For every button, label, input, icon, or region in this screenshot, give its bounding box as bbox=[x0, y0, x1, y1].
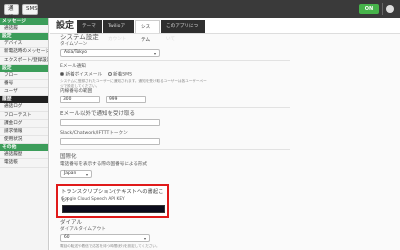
google-api-key-input[interactable] bbox=[62, 205, 165, 213]
sidebar: メッセージ 通話履 設定 デバイス 新電話時のメッセージ エクスポート/登録設定… bbox=[0, 18, 49, 250]
sidebar-item-export[interactable]: エクスポート/登録設定 bbox=[0, 57, 48, 65]
extension-range-label: 内線番号の範囲 bbox=[60, 89, 93, 94]
sidebar-item-flow[interactable]: フロー bbox=[0, 72, 48, 80]
sidebar-item-call-history[interactable]: 通話履 bbox=[0, 25, 48, 34]
sidebar-item-numbers[interactable]: 番号 bbox=[0, 80, 48, 89]
dial-heading: ダイアル bbox=[60, 220, 82, 226]
tab-system-settings[interactable]: システム設定 bbox=[135, 20, 160, 56]
chevron-down-icon: ▾ bbox=[143, 236, 146, 241]
top-bar: 通話 SMS ON bbox=[0, 0, 400, 21]
divider bbox=[60, 60, 290, 61]
chevron-down-icon: ▾ bbox=[153, 51, 156, 56]
tab-about[interactable]: このアプリについて bbox=[161, 20, 205, 42]
intl-heading: 国際化 bbox=[60, 154, 77, 160]
dial-timeout-select[interactable]: 60 ▾ bbox=[60, 234, 150, 242]
forward-input[interactable] bbox=[60, 119, 160, 126]
sidebar-item-call-log[interactable]: 通話ログ bbox=[0, 103, 48, 112]
sidebar-item-users[interactable]: ユーザ bbox=[0, 88, 48, 97]
status-badge[interactable]: ON bbox=[359, 4, 379, 14]
slack-token-input[interactable] bbox=[60, 138, 160, 145]
country-select[interactable]: Japan ▾ bbox=[60, 170, 92, 178]
sidebar-item-devices[interactable]: デバイス bbox=[0, 40, 48, 49]
radio-sms[interactable] bbox=[107, 72, 112, 76]
sidebar-item-phonebook[interactable]: 電話帳 bbox=[0, 159, 48, 168]
sms-button[interactable]: SMS bbox=[22, 4, 38, 15]
chevron-down-icon: ▾ bbox=[85, 172, 88, 177]
tab-twilio-account[interactable]: Twilioアカウント bbox=[103, 20, 134, 42]
call-button[interactable]: 通話 bbox=[4, 4, 19, 21]
email-notify-label: Eメール通知 bbox=[60, 64, 86, 69]
header: 設定 テーマTwilioアカウントシステム設定このアプリについて bbox=[50, 18, 400, 56]
sidebar-group-messages: メッセージ bbox=[0, 18, 48, 25]
timezone-select[interactable]: Asia/Tokyo ▾ bbox=[60, 49, 160, 57]
user-icon[interactable] bbox=[386, 5, 394, 13]
range-to-input[interactable]: 999 bbox=[106, 96, 146, 103]
timezone-value: Asia/Tokyo bbox=[64, 50, 87, 55]
page-title: 設定 bbox=[56, 21, 75, 31]
range-from-input[interactable]: 300 bbox=[60, 96, 100, 103]
sidebar-group-other: その他 bbox=[0, 144, 48, 152]
sidebar-item-usage[interactable]: 使用状況 bbox=[0, 136, 48, 145]
dial-timeout-label: ダイアルタイムアウト bbox=[60, 227, 106, 232]
sidebar-item-flow-test[interactable]: フローテスト bbox=[0, 112, 48, 120]
radio-voicemail-label: 新着ボイスメール bbox=[65, 72, 103, 78]
tab-theme[interactable]: テーマ bbox=[77, 20, 102, 33]
system-settings-heading: システム設定 bbox=[60, 33, 99, 41]
email-radio-group: 新着ボイスメール 新着SMS bbox=[60, 72, 132, 79]
tab-bar: テーマTwilioアカウントシステム設定このアプリについて bbox=[77, 20, 206, 56]
radio-voicemail[interactable] bbox=[60, 72, 64, 76]
divider bbox=[60, 149, 290, 150]
sidebar-item-call-history-2[interactable]: 通話履歴 bbox=[0, 151, 48, 160]
slack-token-label: Slack/Chatwork/IFTTTトークン bbox=[60, 131, 128, 136]
sidebar-group-settings: 設定 bbox=[0, 33, 48, 41]
radio-sms-label: 新着SMS bbox=[113, 72, 133, 78]
google-api-key-label: Google Cloud Speech API KEY bbox=[61, 197, 125, 202]
dial-timeout-value: 60 bbox=[64, 235, 70, 240]
sidebar-item-billing-log[interactable]: 課金ログ bbox=[0, 120, 48, 128]
sidebar-item-new-call-message[interactable]: 新電話時のメッセージ bbox=[0, 48, 48, 57]
sidebar-item-invoice[interactable]: 請求情報 bbox=[0, 128, 48, 137]
intl-sub: 電話番号を表示する際の国番号による形式 bbox=[60, 162, 148, 167]
divider bbox=[382, 3, 383, 15]
sidebar-group-history: 履歴 bbox=[0, 96, 48, 104]
top-right-controls: ON bbox=[359, 3, 394, 15]
email-hint: システムに登録されたユーザーに通知されます。通知を受け取るユーザーは各ユーザーペ… bbox=[60, 79, 207, 88]
dial-hint: 電話の転送や着信で応答を待つ時間(秒)を設定してください。 bbox=[60, 244, 160, 248]
timezone-label: タイムゾーン bbox=[60, 42, 88, 47]
sidebar-group-settings-2: 設定 bbox=[0, 64, 48, 72]
country-value: Japan bbox=[64, 171, 77, 176]
transcription-highlight: トランスクリプション(テキストへの書起こし) Google Cloud Spee… bbox=[56, 184, 169, 218]
divider bbox=[60, 107, 290, 108]
forward-heading: Eメール以外で通知を受け取る bbox=[60, 111, 135, 117]
